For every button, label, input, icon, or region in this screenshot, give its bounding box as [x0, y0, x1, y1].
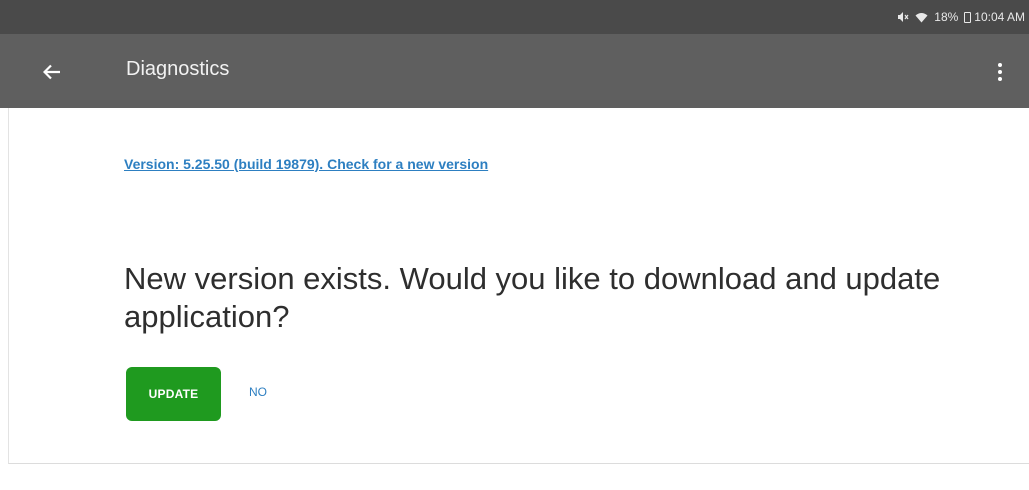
- battery-percent: 18%: [934, 10, 959, 24]
- no-button[interactable]: NO: [249, 385, 267, 399]
- app-bar: Diagnostics: [0, 34, 1029, 108]
- more-vert-icon[interactable]: [985, 56, 1015, 88]
- status-bar: 18% 10:04 AM: [0, 0, 1029, 34]
- wifi-icon: [915, 12, 928, 23]
- arrow-left-icon: [43, 64, 60, 80]
- back-button[interactable]: [36, 56, 68, 88]
- page-title: Diagnostics: [126, 58, 230, 80]
- status-time: 10:04 AM: [974, 10, 1025, 24]
- update-button[interactable]: UPDATE: [126, 367, 221, 421]
- diagnostics-panel: Version: 5.25.50 (build 19879). Check fo…: [8, 108, 1029, 464]
- mute-icon: [897, 11, 909, 23]
- battery-icon: [964, 11, 974, 23]
- version-check-link[interactable]: Version: 5.25.50 (build 19879). Check fo…: [124, 156, 488, 172]
- update-prompt-message: New version exists. Would you like to do…: [124, 261, 941, 334]
